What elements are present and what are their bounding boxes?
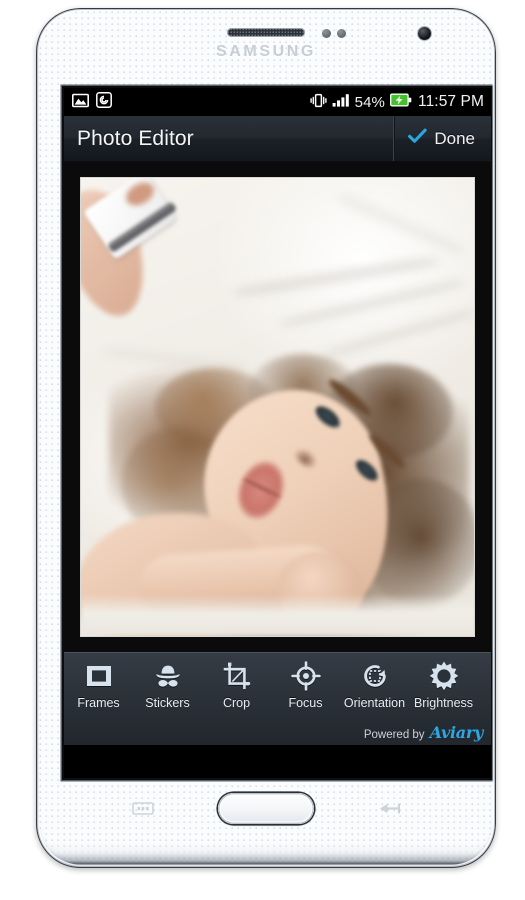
vibrate-icon <box>310 93 327 112</box>
tool-label: Crop <box>222 696 251 710</box>
phone-screen: 54% 11:57 PM Photo Editor Done Frames St… <box>64 88 491 778</box>
status-bar-system-icons: 54% 11:57 PM <box>310 93 484 112</box>
photo-foreground-sheet <box>81 594 474 636</box>
signal-bars-icon <box>332 93 350 111</box>
powered-by-text: Powered by <box>363 729 425 741</box>
battery-percent-label: 54% <box>354 93 385 111</box>
back-key[interactable] <box>378 802 400 815</box>
home-button[interactable] <box>218 793 314 824</box>
crop-icon <box>220 659 254 693</box>
aviary-logo: Aviary <box>429 723 484 742</box>
light-sensor-icon <box>337 29 346 38</box>
focus-target-icon <box>289 659 323 693</box>
brightness-sun-icon <box>427 659 461 693</box>
status-bar-notifications <box>72 92 112 112</box>
tool-orientation[interactable]: Orientation <box>340 659 409 710</box>
tool-crop[interactable]: Crop <box>202 659 271 710</box>
done-label: Done <box>434 128 475 148</box>
editor-toolbar: Frames Stickers Crop Focus Orientation B… <box>64 652 491 745</box>
done-button[interactable]: Done <box>393 116 491 161</box>
tool-label: Orientation <box>343 696 406 710</box>
photo-canvas[interactable] <box>64 162 491 652</box>
tool-focus[interactable]: Focus <box>271 659 340 710</box>
tool-label: Focus <box>288 696 323 710</box>
frames-stamp-icon <box>82 659 116 693</box>
tool-label: Stickers <box>145 696 190 710</box>
powered-by-badge: Powered by Aviary <box>364 723 483 742</box>
tool-label: Brightness <box>413 696 474 710</box>
stickers-hat-mustache-icon <box>151 659 185 693</box>
recent-apps-key[interactable] <box>132 802 154 815</box>
title-bar: Photo Editor Done <box>64 116 491 162</box>
tool-list: Frames Stickers Crop Focus Orientation B… <box>64 653 491 729</box>
earpiece-speaker-icon <box>227 28 305 37</box>
tool-stickers[interactable]: Stickers <box>133 659 202 710</box>
gallery-icon <box>72 93 89 112</box>
edited-photo[interactable] <box>80 177 475 637</box>
orientation-rotate-icon <box>358 659 392 693</box>
page-title: Photo Editor <box>77 126 194 150</box>
proximity-sensor-icon <box>322 29 331 38</box>
battery-charging-icon <box>390 93 412 111</box>
check-icon <box>408 128 428 149</box>
screenshot-icon <box>96 92 112 112</box>
tool-brightness[interactable]: Brightness <box>409 659 478 710</box>
status-bar: 54% 11:57 PM <box>64 88 491 116</box>
tool-label: Frames <box>77 696 120 710</box>
samsung-logo: SAMSUNG <box>216 43 316 60</box>
phone-device: SAMSUNG 54% 11:57 PM Photo Editor Done F… <box>36 8 496 868</box>
tool-frames[interactable]: Frames <box>64 659 133 710</box>
front-camera-icon <box>418 27 431 40</box>
status-bar-clock: 11:57 PM <box>418 93 484 110</box>
